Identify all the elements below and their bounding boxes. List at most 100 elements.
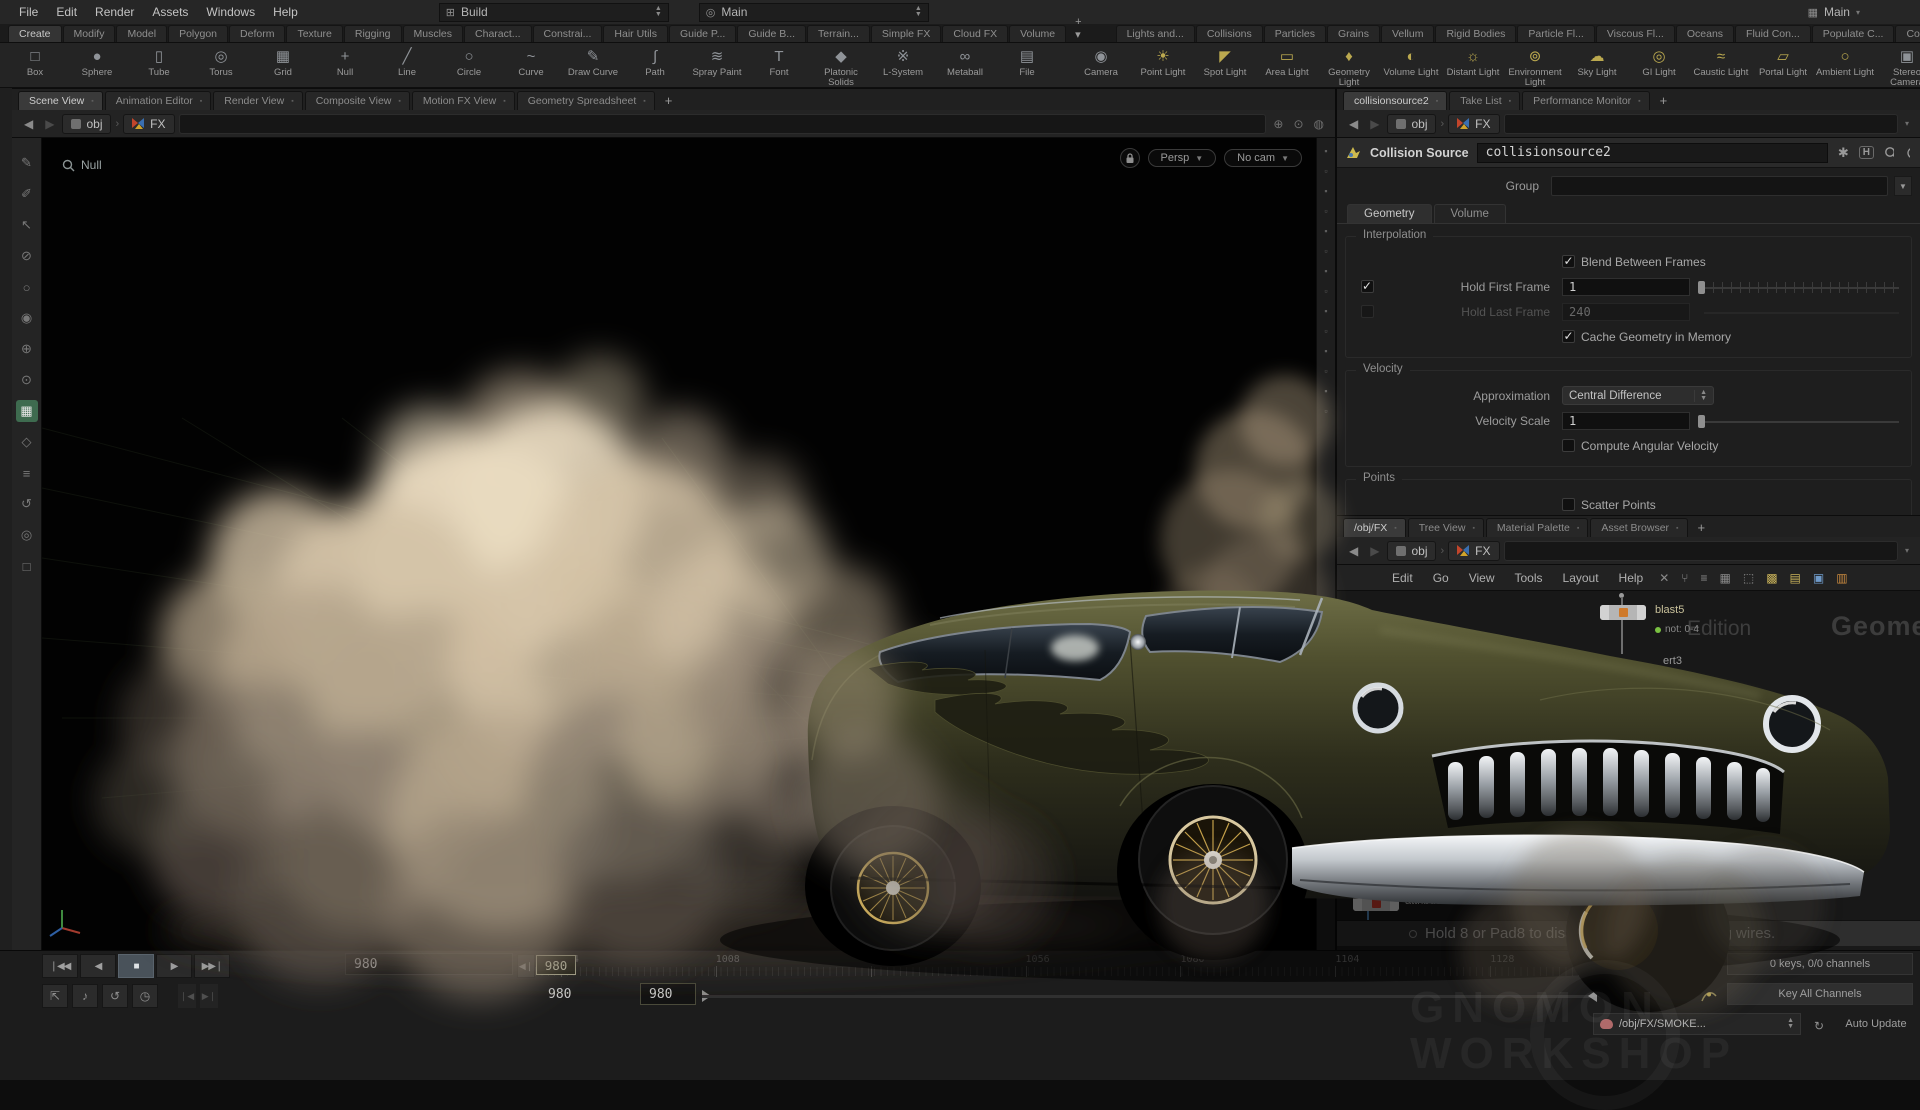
shelf-tab-constrai[interactable]: Constrai...	[533, 25, 603, 42]
viewport-toggle-icon[interactable]: ▫	[1324, 326, 1327, 336]
slider-handle[interactable]	[1698, 281, 1705, 294]
node-blast5[interactable]	[1600, 605, 1646, 620]
node-body[interactable]	[1609, 605, 1637, 620]
network-canvas[interactable]: Geometry Edition blast5 not: 0-4 ert3 at…	[1337, 591, 1920, 920]
checkbox-cachegeometryinmemory[interactable]: ✓	[1562, 330, 1575, 343]
audio-icon[interactable]: ♪	[72, 984, 98, 1008]
history-icon[interactable]: ↺	[16, 493, 38, 515]
tab-options-icon[interactable]: ▪	[1676, 525, 1678, 532]
network-menu-tools[interactable]: Tools	[1506, 568, 1552, 588]
shelf-tab-guideb[interactable]: Guide B...	[737, 25, 806, 42]
tool-metaball[interactable]: ∞Metaball	[934, 45, 996, 87]
shelf-tab-container[interactable]: Container...	[1895, 25, 1920, 42]
path-input[interactable]	[179, 114, 1267, 134]
breadcrumb-obj[interactable]: obj	[1387, 541, 1436, 561]
viewport-toggle-icon[interactable]: ▫	[1324, 406, 1327, 416]
tool-box[interactable]: □Box	[4, 45, 66, 87]
tab-options-icon[interactable]: ▪	[91, 98, 93, 105]
tool-ambientlight[interactable]: ○Ambient Light	[1814, 45, 1876, 87]
node-flag[interactable]	[1637, 605, 1646, 620]
tool-camera[interactable]: ◉Camera	[1070, 45, 1132, 87]
tool-sphere[interactable]: ●Sphere	[66, 45, 128, 87]
sliders-icon[interactable]: ✱	[1836, 145, 1851, 161]
play-button[interactable]: ▶	[156, 954, 192, 978]
tool-file[interactable]: ▤File	[996, 45, 1058, 87]
group-dropdown-button[interactable]: ▼	[1894, 176, 1912, 196]
shelf-tab-hairutils[interactable]: Hair Utils	[603, 25, 668, 42]
path-input[interactable]	[1504, 541, 1898, 561]
shelf-tab-texture[interactable]: Texture	[286, 25, 342, 42]
search-icon[interactable]	[1882, 146, 1896, 160]
back-arrow-icon[interactable]: ◀	[20, 117, 37, 131]
tool-gilight[interactable]: ◎GI Light	[1628, 45, 1690, 87]
shelf-tab-rigging[interactable]: Rigging	[344, 25, 402, 42]
node-flag[interactable]	[1600, 605, 1609, 620]
breadcrumb-obj[interactable]: obj	[1387, 114, 1436, 134]
current-frame-field[interactable]: 980	[345, 953, 513, 975]
tool-geometrylight[interactable]: ♦Geometry Light	[1318, 45, 1380, 87]
shelf-tab-muscles[interactable]: Muscles	[403, 25, 464, 42]
shelf-tab-viscousfl[interactable]: Viscous Fl...	[1596, 25, 1675, 42]
tool-lsystem[interactable]: ※L-System	[872, 45, 934, 87]
add-pane-tab-button[interactable]: +	[1652, 93, 1676, 110]
spinner-icon[interactable]: ▲▼	[1787, 1018, 1794, 1030]
playback-start-field[interactable]: 980	[640, 983, 696, 1005]
tool-line[interactable]: ╱Line	[376, 45, 438, 87]
step-back-icon[interactable]: ◀❘	[517, 954, 535, 978]
viewport-toggle-icon[interactable]: ▪	[1324, 306, 1327, 316]
playback-end-field[interactable]: 1145	[1606, 983, 1652, 1005]
spinner-icon[interactable]: ▲▼	[655, 6, 662, 18]
viewport-toggle-icon[interactable]: ▪	[1324, 226, 1327, 236]
snap-icon[interactable]: ⊕	[16, 338, 38, 360]
shelf-tab-polygon[interactable]: Polygon	[168, 25, 228, 42]
menu-file[interactable]: File	[10, 2, 47, 22]
shelf-tab-lightsand[interactable]: Lights and...	[1116, 25, 1195, 42]
viewport-toggle-icon[interactable]: ▫	[1324, 366, 1327, 376]
jump-start-icon[interactable]: ❘◀	[178, 984, 196, 1008]
shelf-tab-particles[interactable]: Particles	[1264, 25, 1326, 42]
jump-end-icon[interactable]: ▶❘	[200, 984, 218, 1008]
pane-tab-sceneview[interactable]: Scene View▪	[18, 91, 103, 110]
tool-font[interactable]: TFont	[748, 45, 810, 87]
shelf-tab-deform[interactable]: Deform	[229, 25, 285, 42]
tool-arealight[interactable]: ▭Area Light	[1256, 45, 1318, 87]
breadcrumb-obj[interactable]: obj	[62, 114, 111, 134]
group-input[interactable]	[1551, 176, 1888, 196]
viewport-toggle-icon[interactable]: ▫	[1324, 246, 1327, 256]
shelf-tab-guidep[interactable]: Guide P...	[669, 25, 736, 42]
network-menu-layout[interactable]: Layout	[1554, 568, 1608, 588]
tool-environmentlight[interactable]: ⊚Environment Light	[1504, 45, 1566, 87]
list-icon[interactable]: ≡	[1696, 571, 1713, 585]
tab-options-icon[interactable]: ▪	[398, 98, 400, 105]
add-pane-tab-button[interactable]: +	[1690, 520, 1714, 537]
shelf-tab-cloudfx[interactable]: Cloud FX	[942, 25, 1008, 42]
menu-edit[interactable]: Edit	[47, 2, 86, 22]
field-velocityscale[interactable]: 1	[1562, 412, 1690, 430]
viewport-toggle-icon[interactable]: ▪	[1324, 186, 1327, 196]
brush-icon[interactable]: ✐	[16, 183, 38, 205]
tool-platonicsolids[interactable]: ◆Platonic Solids	[810, 45, 872, 87]
node-flag[interactable]	[1353, 896, 1362, 911]
range-end-handle[interactable]	[1588, 990, 1597, 1002]
viewport-toggle-icon[interactable]: ▪	[1324, 266, 1327, 276]
selection-mode-icon[interactable]: ▦	[16, 400, 38, 422]
tool-grid[interactable]: ▦Grid	[252, 45, 314, 87]
shelf-tab-collisions[interactable]: Collisions	[1196, 25, 1263, 42]
tool-spotlight[interactable]: ◤Spot Light	[1194, 45, 1256, 87]
tab-options-icon[interactable]: ▪	[291, 98, 293, 105]
more-icon[interactable]	[1904, 146, 1912, 160]
param-tab-geometry[interactable]: Geometry	[1347, 204, 1432, 223]
scope-icon[interactable]: ⊡	[1648, 954, 1674, 978]
tab-options-icon[interactable]: ▪	[1436, 98, 1438, 105]
user-icon[interactable]: ◍	[1311, 117, 1327, 131]
menu-render[interactable]: Render	[86, 2, 143, 22]
key-all-channels-button[interactable]: Key All Channels	[1727, 983, 1913, 1005]
shelf-tab-model[interactable]: Model	[116, 25, 167, 42]
pane-tab-objfx[interactable]: /obj/FX▪	[1343, 518, 1406, 537]
spinner-icon[interactable]: ▲▼	[915, 6, 922, 18]
playback-range-bar[interactable]	[702, 995, 1592, 998]
forward-arrow-icon[interactable]: ▶	[1366, 117, 1383, 131]
tool-stereocamera[interactable]: ▣Stereo Camera	[1876, 45, 1920, 87]
tab-options-icon[interactable]: ▪	[503, 98, 505, 105]
network-menu-help[interactable]: Help	[1610, 568, 1653, 588]
